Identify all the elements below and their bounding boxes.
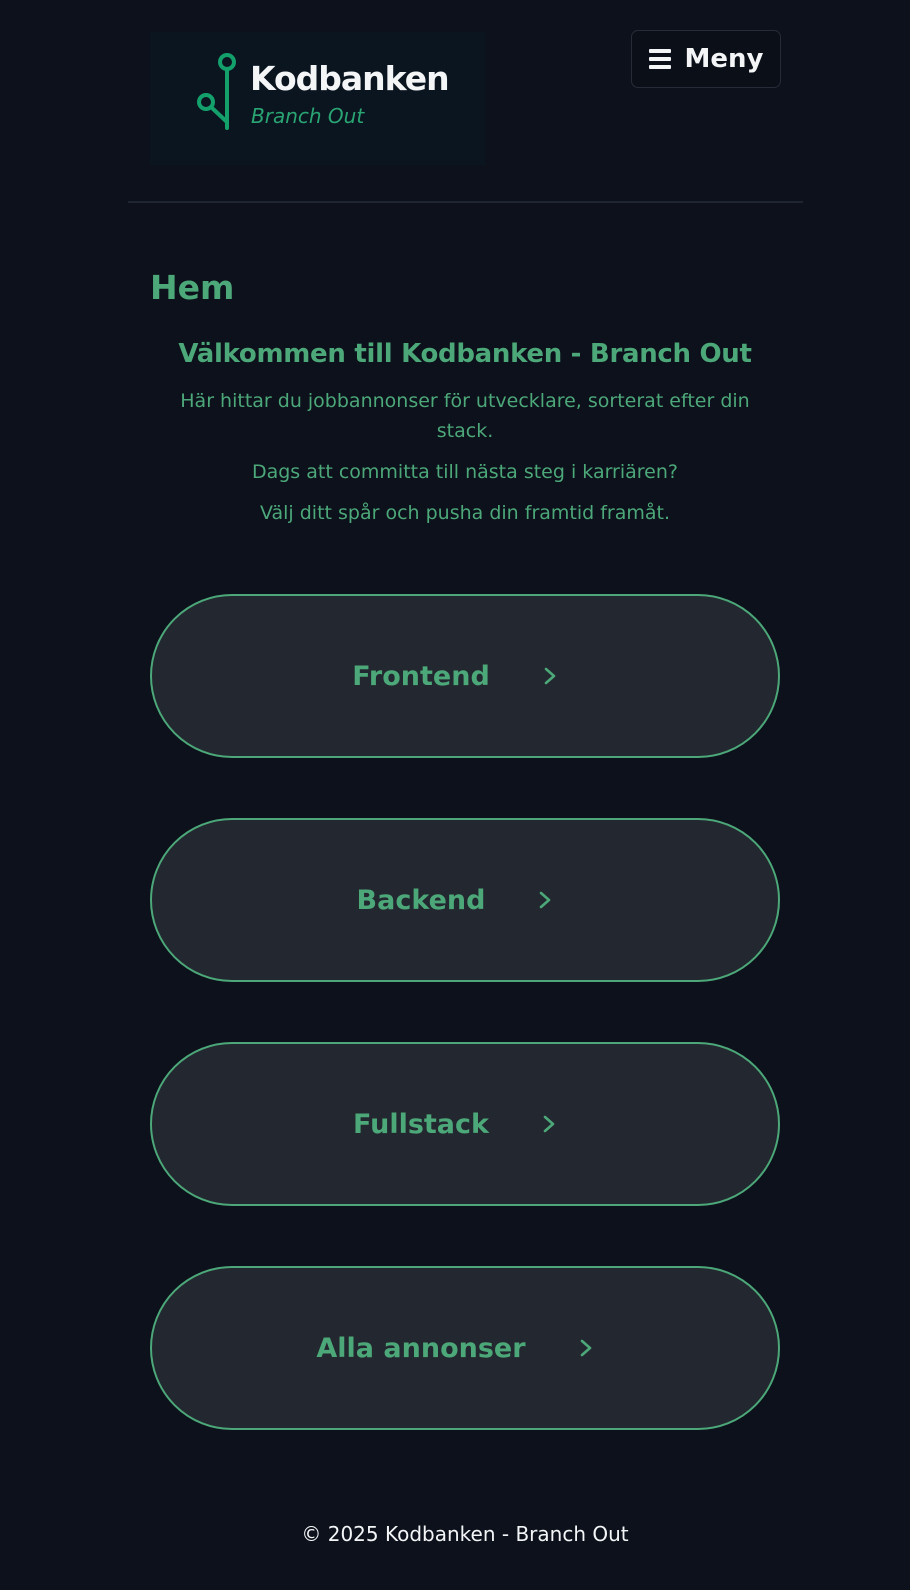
intro-paragraph: Här hittar du jobbannonser för utvecklar… bbox=[180, 389, 750, 442]
intro-paragraph: Dags att committa till nästa steg i karr… bbox=[251, 460, 679, 483]
logo-title: Kodbanken bbox=[250, 59, 450, 98]
chevron-right-icon bbox=[580, 1339, 591, 1357]
intro-paragraph: Välj ditt spår och pusha din framtid fra… bbox=[259, 501, 671, 524]
site-header: Kodbanken Branch Out Meny bbox=[128, 0, 803, 203]
welcome-heading: Välkommen till Kodbanken - Branch Out bbox=[178, 339, 752, 369]
page-title: Hem bbox=[150, 268, 235, 307]
intro-section: Välkommen till Kodbanken - Branch Out Hä… bbox=[150, 338, 780, 528]
category-label: Frontend bbox=[352, 660, 490, 692]
category-button-all-ads[interactable]: Alla annonser bbox=[150, 1266, 780, 1430]
branch-icon bbox=[197, 53, 236, 130]
logo-link[interactable]: Kodbanken Branch Out bbox=[150, 32, 485, 165]
menu-button[interactable]: Meny bbox=[631, 30, 781, 88]
category-list: Frontend Backend Fullstack Alla annonser bbox=[150, 594, 780, 1490]
category-label: Fullstack bbox=[353, 1108, 489, 1140]
category-button-frontend[interactable]: Frontend bbox=[150, 594, 780, 758]
site-footer: © 2025 Kodbanken - Branch Out bbox=[0, 1522, 910, 1546]
hamburger-icon bbox=[648, 49, 671, 69]
menu-label: Meny bbox=[684, 44, 764, 74]
chevron-right-icon bbox=[544, 667, 556, 685]
page: Kodbanken Branch Out Meny Hem Välkommen … bbox=[0, 0, 910, 1590]
category-button-fullstack[interactable]: Fullstack bbox=[150, 1042, 780, 1206]
category-label: Backend bbox=[356, 884, 486, 916]
logo-subtitle: Branch Out bbox=[251, 104, 365, 128]
copyright-text: © 2025 Kodbanken - Branch Out bbox=[301, 1522, 629, 1546]
chevron-right-icon bbox=[540, 891, 551, 909]
chevron-right-icon bbox=[543, 1115, 555, 1133]
category-button-backend[interactable]: Backend bbox=[150, 818, 780, 982]
category-label: Alla annonser bbox=[316, 1332, 526, 1364]
